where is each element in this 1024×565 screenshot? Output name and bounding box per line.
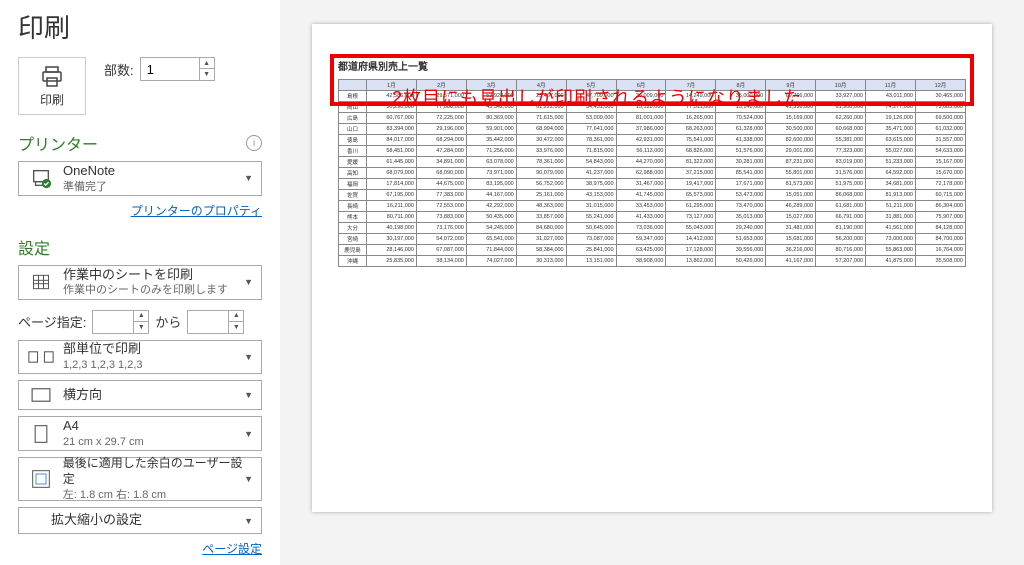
- printer-dropdown[interactable]: OneNote 準備完了 ▼: [18, 161, 262, 196]
- page-setup-link[interactable]: ページ設定: [202, 542, 262, 556]
- orientation-dropdown[interactable]: 横方向 ▼: [18, 380, 262, 410]
- table-row: 福岡17,814,00044,675,00083,195,00056,752,0…: [339, 179, 966, 190]
- table-row: 香川58,451,00047,284,00071,256,00033,976,0…: [339, 146, 966, 157]
- page-to-input[interactable]: [188, 311, 228, 333]
- page-range-to-label: から: [155, 312, 181, 331]
- printer-status-icon: [27, 167, 55, 189]
- spinner-down[interactable]: ▼: [200, 69, 214, 80]
- chevron-down-icon: ▼: [244, 390, 253, 400]
- page-range-row: ページ指定: ▲▼ から ▲▼: [18, 310, 262, 334]
- print-settings-panel: 印刷 印刷 部数: ▲ ▼ プリンター i OneNote: [0, 0, 280, 565]
- copies-spinner[interactable]: ▲ ▼: [140, 57, 215, 81]
- table-row: 山口83,394,00029,196,00059,901,00068,994,0…: [339, 124, 966, 135]
- table-row: 鹿児島28,146,00067,087,00071,844,00058,384,…: [339, 245, 966, 256]
- table-row: 熊本80,711,00073,883,00050,435,00033,857,0…: [339, 212, 966, 223]
- print-what-sub: 作業中のシートのみを印刷します: [63, 283, 228, 297]
- table-row: 高知68,079,00068,090,00073,971,00090,079,0…: [339, 168, 966, 179]
- collate-icon: [27, 348, 55, 366]
- print-row: 印刷 部数: ▲ ▼: [18, 57, 262, 115]
- settings-section-header: 設定: [18, 235, 262, 259]
- table-row: 宮崎30,197,00054,072,00065,541,00031,027,0…: [339, 234, 966, 245]
- margins-main: 最後に適用した余白のユーザー設定: [63, 456, 253, 487]
- spinner-up[interactable]: ▲: [200, 58, 214, 69]
- table-row: 沖縄25,835,00038,134,00074,027,00030,313,0…: [339, 256, 966, 267]
- page-from-spinner[interactable]: ▲▼: [92, 310, 149, 334]
- copies-input[interactable]: [141, 58, 199, 80]
- table-row: 佐賀67,195,00077,383,00044,167,00025,161,0…: [339, 190, 966, 201]
- chevron-down-icon: ▼: [244, 277, 253, 287]
- printer-status: 準備完了: [63, 180, 115, 194]
- page-from-input[interactable]: [93, 311, 133, 333]
- printer-icon: [38, 65, 66, 89]
- page-title: 印刷: [18, 8, 262, 45]
- sheet-title: 都道府県別売上一覧: [338, 58, 966, 73]
- page-to-spinner[interactable]: ▲▼: [187, 310, 244, 334]
- printer-section-title: プリンター: [18, 131, 98, 155]
- scaling-main: 拡大縮小の設定: [51, 512, 142, 529]
- spinner-up[interactable]: ▲: [229, 311, 243, 322]
- scaling-dropdown[interactable]: 拡大縮小の設定 ▼: [18, 507, 262, 534]
- copies-control: 部数: ▲ ▼: [104, 57, 215, 81]
- collate-main: 部単位で印刷: [63, 341, 143, 358]
- table-row: 長崎16,211,00072,553,00042,292,00048,363,0…: [339, 201, 966, 212]
- chevron-down-icon: ▼: [244, 173, 253, 183]
- landscape-icon: [27, 387, 55, 403]
- print-what-dropdown[interactable]: 作業中のシートを印刷 作業中のシートのみを印刷します ▼: [18, 265, 262, 300]
- chevron-down-icon: ▼: [244, 474, 253, 484]
- spinner-down[interactable]: ▼: [134, 322, 148, 333]
- printer-properties-link[interactable]: プリンターのプロパティ: [131, 204, 262, 218]
- settings-section-title: 設定: [18, 235, 50, 259]
- info-icon[interactable]: i: [246, 135, 262, 151]
- paper-size-main: A4: [63, 418, 144, 435]
- table-row: 広島60,767,00072,225,00080,369,00071,615,0…: [339, 113, 966, 124]
- margins-icon: [27, 469, 55, 489]
- preview-page: 都道府県別売上一覧 1月2月3月4月5月6月7月8月9月10月11月12月 島根…: [312, 24, 992, 512]
- orientation-main: 横方向: [63, 387, 102, 404]
- spinner-up[interactable]: ▲: [134, 311, 148, 322]
- spinner-down[interactable]: ▼: [229, 322, 243, 333]
- chevron-down-icon: ▼: [244, 429, 253, 439]
- table-row: 大分40,198,00073,176,00054,245,00084,680,0…: [339, 223, 966, 234]
- page-icon: [27, 424, 55, 444]
- collate-dropdown[interactable]: 部単位で印刷 1,2,3 1,2,3 1,2,3 ▼: [18, 340, 262, 375]
- margins-sub: 左: 1.8 cm 右: 1.8 cm: [63, 488, 253, 502]
- sheets-icon: [27, 272, 55, 292]
- table-row: 島根42,586,00029,571,00053,928,00025,467,0…: [339, 91, 966, 102]
- page-range-label: ページ指定:: [18, 312, 86, 331]
- table-row: 愛媛61,445,00034,891,00063,078,00078,361,0…: [339, 157, 966, 168]
- chevron-down-icon: ▼: [244, 516, 253, 526]
- table-row: 岡山30,290,00077,888,00043,542,00061,222,0…: [339, 102, 966, 113]
- print-button[interactable]: 印刷: [18, 57, 86, 115]
- print-preview-area: 都道府県別売上一覧 1月2月3月4月5月6月7月8月9月10月11月12月 島根…: [280, 0, 1024, 565]
- paper-size-sub: 21 cm x 29.7 cm: [63, 435, 144, 449]
- copies-label: 部数:: [104, 60, 134, 79]
- collate-sub: 1,2,3 1,2,3 1,2,3: [63, 358, 143, 372]
- printer-section-header: プリンター i: [18, 131, 262, 155]
- print-what-main: 作業中のシートを印刷: [63, 267, 228, 284]
- preview-table: 1月2月3月4月5月6月7月8月9月10月11月12月 島根42,586,000…: [338, 79, 966, 267]
- paper-size-dropdown[interactable]: A4 21 cm x 29.7 cm ▼: [18, 416, 262, 451]
- chevron-down-icon: ▼: [244, 352, 253, 362]
- table-row: 徳島84,017,00068,294,00035,442,00030,472,0…: [339, 135, 966, 146]
- margins-dropdown[interactable]: 最後に適用した余白のユーザー設定 左: 1.8 cm 右: 1.8 cm ▼: [18, 457, 262, 501]
- print-button-label: 印刷: [40, 91, 64, 108]
- printer-name: OneNote: [63, 163, 115, 180]
- spinner-arrows: ▲ ▼: [199, 58, 214, 80]
